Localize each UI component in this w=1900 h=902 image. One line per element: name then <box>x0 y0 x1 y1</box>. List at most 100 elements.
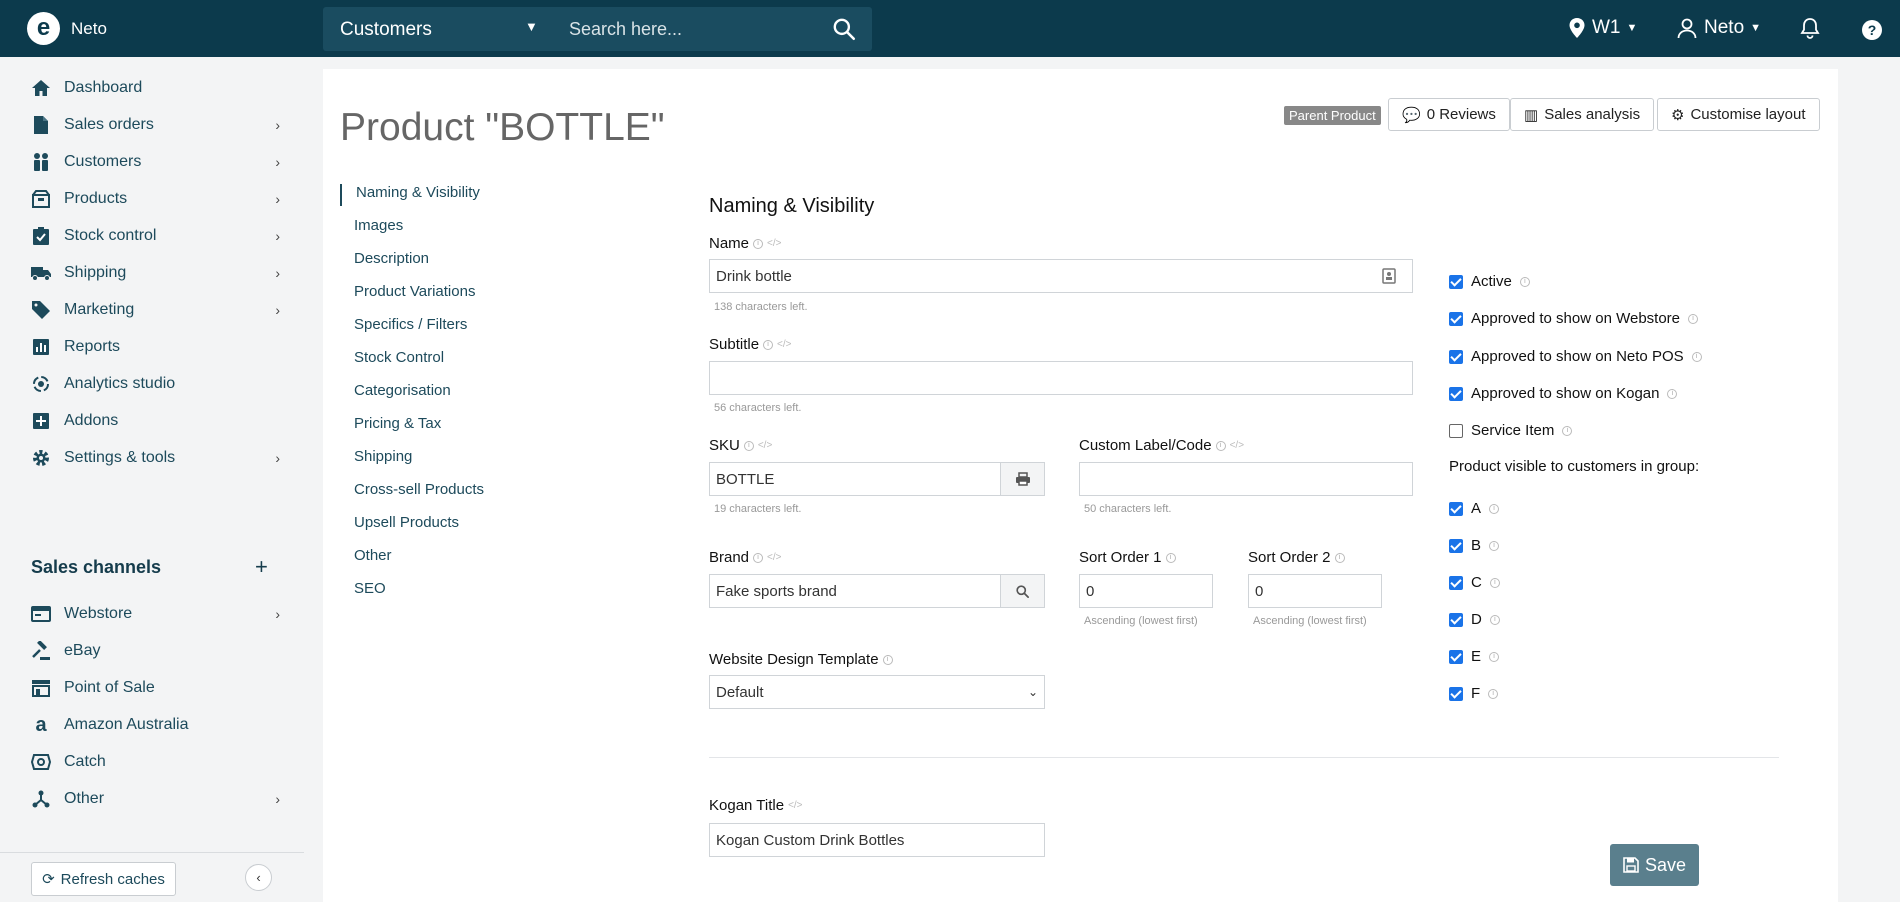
group-f-checkbox[interactable] <box>1449 686 1463 701</box>
code-icon[interactable]: </> <box>767 238 781 249</box>
neto-pos-checkbox-row[interactable]: Approved to show on Neto POS i <box>1449 348 1702 365</box>
user-menu[interactable]: Neto ▼ <box>1676 17 1761 39</box>
help-icon[interactable]: ? <box>1862 20 1882 40</box>
template-select[interactable]: Default ⌄ <box>709 675 1045 709</box>
info-icon[interactable]: i <box>753 238 764 249</box>
refresh-caches-button[interactable]: ⟳ Refresh caches <box>31 862 176 896</box>
sidebar-item-stock-control[interactable]: Stock control › <box>30 221 280 251</box>
sidebar-item-other[interactable]: Other › <box>30 784 280 814</box>
info-icon[interactable]: i <box>1691 351 1702 362</box>
neto-logo[interactable]: e <box>27 12 60 45</box>
section-nav-upsell[interactable]: Upsell Products <box>340 514 459 536</box>
sort-order-1-input[interactable] <box>1079 574 1213 608</box>
add-channel-icon[interactable]: + <box>255 554 268 580</box>
contact-card-icon[interactable] <box>1382 268 1396 284</box>
info-icon[interactable]: i <box>1165 552 1176 563</box>
section-nav-pricing-tax[interactable]: Pricing & Tax <box>340 415 441 437</box>
section-nav-shipping[interactable]: Shipping <box>340 448 412 470</box>
code-icon[interactable]: </> <box>1230 440 1244 451</box>
neto-pos-checkbox[interactable] <box>1449 349 1463 364</box>
sidebar-item-dashboard[interactable]: Dashboard <box>30 73 280 103</box>
service-item-checkbox[interactable] <box>1449 423 1463 438</box>
code-icon[interactable]: </> <box>777 339 791 350</box>
group-a-checkbox[interactable] <box>1449 501 1463 516</box>
info-icon[interactable]: i <box>882 654 893 665</box>
code-icon[interactable]: </> <box>767 552 781 563</box>
section-nav-description[interactable]: Description <box>340 250 429 272</box>
sidebar-item-point-of-sale[interactable]: Point of Sale <box>30 673 280 703</box>
sort-order-2-input[interactable] <box>1248 574 1382 608</box>
info-icon[interactable]: i <box>1489 614 1500 625</box>
group-d-checkbox-row[interactable]: D i <box>1449 611 1500 628</box>
active-checkbox[interactable] <box>1449 274 1463 289</box>
group-b-checkbox[interactable] <box>1449 538 1463 553</box>
section-nav-other[interactable]: Other <box>340 547 392 569</box>
info-icon[interactable]: i <box>1519 276 1530 287</box>
collapse-sidebar-button[interactable]: ‹ <box>245 864 272 891</box>
custom-label-input[interactable] <box>1079 462 1413 496</box>
kogan-checkbox-row[interactable]: Approved to show on Kogan i <box>1449 385 1678 402</box>
sidebar-item-amazon-australia[interactable]: a Amazon Australia <box>30 710 280 740</box>
section-nav-specifics-filters[interactable]: Specifics / Filters <box>340 316 467 338</box>
sidebar-item-ebay[interactable]: eBay <box>30 636 280 666</box>
info-icon[interactable]: i <box>743 440 754 451</box>
info-icon[interactable]: i <box>1489 577 1500 588</box>
code-icon[interactable]: </> <box>788 800 802 811</box>
webstore-checkbox-row[interactable]: Approved to show on Webstore i <box>1449 310 1699 327</box>
kogan-title-input[interactable] <box>709 823 1045 857</box>
customise-layout-button[interactable]: ⚙ Customise layout <box>1657 98 1820 131</box>
sales-analysis-button[interactable]: ▥ Sales analysis <box>1510 98 1655 131</box>
group-f-checkbox-row[interactable]: F i <box>1449 685 1499 702</box>
info-icon[interactable]: i <box>1334 552 1345 563</box>
sidebar-item-addons[interactable]: Addons <box>30 406 280 436</box>
search-input[interactable] <box>569 14 819 44</box>
bell-icon[interactable] <box>1800 17 1820 39</box>
code-icon[interactable]: </> <box>758 440 772 451</box>
group-c-checkbox-row[interactable]: C i <box>1449 574 1500 591</box>
kogan-checkbox[interactable] <box>1449 386 1463 401</box>
section-nav-naming-visibility[interactable]: Naming & Visibility <box>340 184 480 206</box>
webstore-checkbox[interactable] <box>1449 311 1463 326</box>
save-button[interactable]: Save <box>1610 844 1699 886</box>
info-icon[interactable]: i <box>1489 540 1500 551</box>
sidebar-item-products[interactable]: Products › <box>30 184 280 214</box>
section-nav-stock-control[interactable]: Stock Control <box>340 349 444 371</box>
group-b-checkbox-row[interactable]: B i <box>1449 537 1500 554</box>
sidebar-item-shipping[interactable]: Shipping › <box>30 258 280 288</box>
brand-search-button[interactable] <box>1001 574 1045 608</box>
location-menu[interactable]: W1 ▼ <box>1568 17 1637 39</box>
info-icon[interactable]: i <box>1667 388 1678 399</box>
sidebar-item-customers[interactable]: Customers › <box>30 147 280 177</box>
reviews-button[interactable]: 💬 0 Reviews <box>1388 98 1510 131</box>
sku-input[interactable] <box>709 462 1001 496</box>
print-label-button[interactable] <box>1001 462 1045 496</box>
search-scope-select[interactable]: Customers <box>340 19 432 41</box>
active-checkbox-row[interactable]: Active i <box>1449 273 1530 290</box>
brand-input[interactable] <box>709 574 1001 608</box>
sidebar-item-sales-orders[interactable]: Sales orders › <box>30 110 280 140</box>
info-icon[interactable]: i <box>763 339 774 350</box>
name-input[interactable] <box>709 259 1413 293</box>
sidebar-item-reports[interactable]: Reports <box>30 332 280 362</box>
sidebar-item-webstore[interactable]: Webstore › <box>30 599 280 629</box>
subtitle-input[interactable] <box>709 361 1413 395</box>
info-icon[interactable]: i <box>1215 440 1226 451</box>
info-icon[interactable]: i <box>753 552 764 563</box>
info-icon[interactable]: i <box>1489 503 1500 514</box>
service-item-checkbox-row[interactable]: Service Item i <box>1449 422 1573 439</box>
section-nav-categorisation[interactable]: Categorisation <box>340 382 451 404</box>
info-icon[interactable]: i <box>1488 688 1499 699</box>
info-icon[interactable]: i <box>1688 313 1699 324</box>
caret-down-icon[interactable]: ▼ <box>525 19 538 34</box>
group-d-checkbox[interactable] <box>1449 612 1463 627</box>
group-c-checkbox[interactable] <box>1449 575 1463 590</box>
section-nav-seo[interactable]: SEO <box>340 580 386 602</box>
search-icon[interactable] <box>831 16 857 42</box>
section-nav-product-variations[interactable]: Product Variations <box>340 283 475 305</box>
sidebar-item-settings-tools[interactable]: Settings & tools › <box>30 443 280 473</box>
sidebar-item-analytics-studio[interactable]: Analytics studio <box>30 369 280 399</box>
info-icon[interactable]: i <box>1562 425 1573 436</box>
info-icon[interactable]: i <box>1489 651 1500 662</box>
sidebar-item-marketing[interactable]: Marketing › <box>30 295 280 325</box>
group-a-checkbox-row[interactable]: A i <box>1449 500 1500 517</box>
